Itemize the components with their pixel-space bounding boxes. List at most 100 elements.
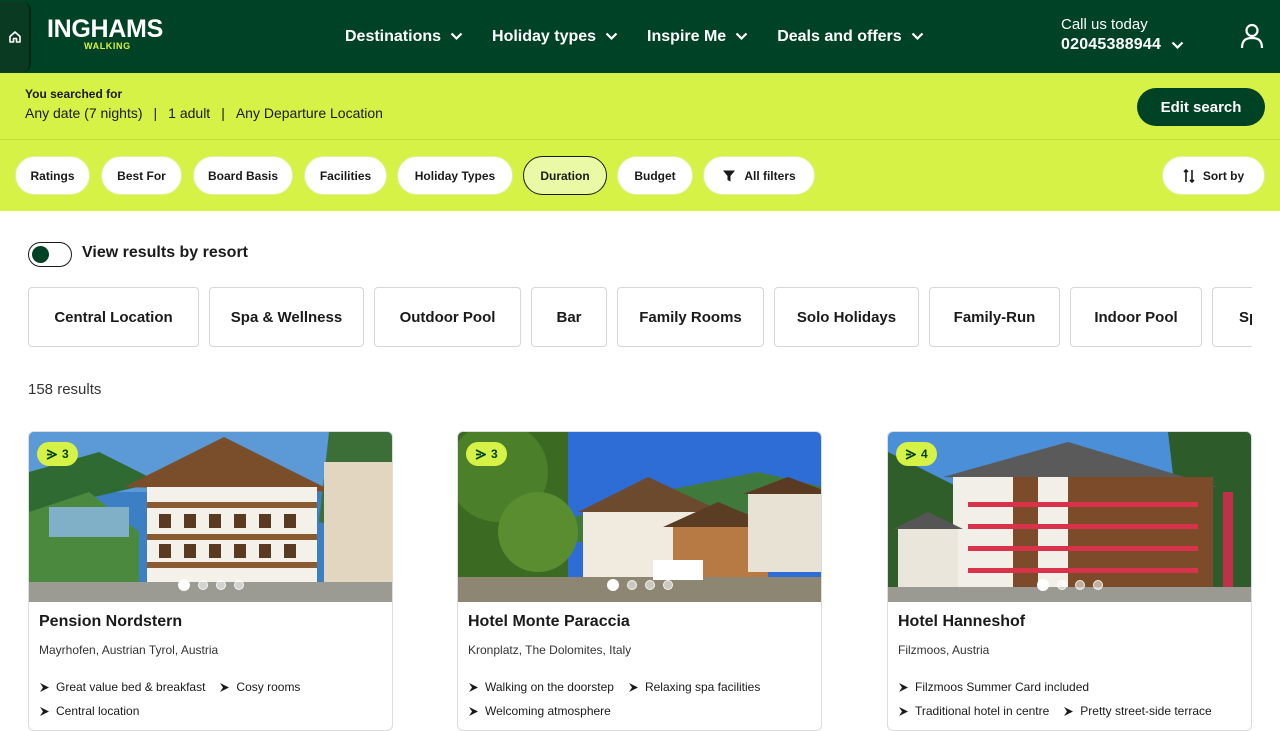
nav-deals-and-offers[interactable]: Deals and offers <box>777 28 923 46</box>
feature-item: Pretty street-side terrace <box>1063 699 1212 723</box>
nav-label: Holiday types <box>492 27 597 45</box>
call-us-label: Call us today <box>1061 16 1148 33</box>
arrow-icon <box>899 706 908 716</box>
hotel-photo-image <box>29 432 392 602</box>
carousel-dot[interactable] <box>233 580 244 590</box>
chip-solo-holidays[interactable]: Solo Holidays <box>774 287 919 347</box>
carousel-dot[interactable] <box>644 580 655 590</box>
chip-family-run[interactable]: Family-Run <box>929 287 1060 347</box>
hotel-title[interactable]: Pension Nordstern <box>39 613 182 631</box>
arrow-icon <box>40 706 49 716</box>
search-date: Any date (7 nights) <box>25 105 143 121</box>
hotel-photo-image <box>458 432 821 602</box>
nav-label: Inspire Me <box>647 27 727 45</box>
nav-inspire-me[interactable]: Inspire Me <box>647 28 748 46</box>
rating-badge: 4 <box>896 442 937 466</box>
hotel-photo[interactable]: 4 <box>888 432 1251 602</box>
hotel-title[interactable]: Hotel Monte Paraccia <box>468 613 630 631</box>
logo-subtitle: WALKING <box>84 41 131 51</box>
separator: | <box>153 105 158 121</box>
toggle-knob <box>32 246 49 263</box>
all-filters-label: All filters <box>744 168 796 183</box>
filter-duration[interactable]: Duration <box>523 156 607 195</box>
chip-central-location[interactable]: Central Location <box>28 287 199 347</box>
hotel-title[interactable]: Hotel Hanneshof <box>898 613 1025 631</box>
walking-rating-icon <box>905 448 916 460</box>
filter-holiday-types[interactable]: Holiday Types <box>397 156 513 195</box>
chip-truncated[interactable]: Sp <box>1212 287 1252 347</box>
inghams-walking-logo[interactable]: INGHAMS WALKING <box>47 17 163 52</box>
rating-badge: 3 <box>37 442 78 466</box>
carousel-dot[interactable] <box>606 579 619 591</box>
hotel-photo-image <box>888 432 1251 602</box>
feature-label: Walking on the doorstep <box>485 680 614 694</box>
all-filters-button[interactable]: All filters <box>703 156 815 195</box>
feature-item: Walking on the doorstep <box>468 675 614 699</box>
feature-label: Pretty street-side terrace <box>1080 704 1212 718</box>
hotel-location: Filzmoos, Austria <box>898 643 990 657</box>
facility-chips: Central Location Spa & Wellness Outdoor … <box>28 287 1252 347</box>
site-header: INGHAMS WALKING Destinations Holiday typ… <box>0 0 1280 73</box>
chip-family-rooms[interactable]: Family Rooms <box>617 287 764 347</box>
image-carousel-dots <box>458 579 821 591</box>
rating-value: 3 <box>62 447 69 461</box>
hotel-card[interactable]: 4 Hotel Hanneshof Filzmoos, Austria Filz… <box>887 431 1252 731</box>
filter-best-for[interactable]: Best For <box>101 156 182 195</box>
hotel-card[interactable]: 3 Pension Nordstern Mayrhofen, Austrian … <box>28 431 393 731</box>
feature-item: Traditional hotel in centre <box>898 699 1049 723</box>
filter-bar: Ratings Best For Board Basis Facilities … <box>0 140 1280 211</box>
feature-label: Great value bed & breakfast <box>56 680 206 694</box>
results-count: 158 results <box>28 381 102 398</box>
edit-search-button[interactable]: Edit search <box>1137 88 1265 126</box>
home-button[interactable] <box>0 2 31 72</box>
filter-facilities[interactable]: Facilities <box>304 156 387 195</box>
hotel-location: Mayrhofen, Austrian Tyrol, Austria <box>39 643 219 657</box>
feature-label: Central location <box>56 704 140 718</box>
chip-outdoor-pool[interactable]: Outdoor Pool <box>374 287 521 347</box>
arrow-icon <box>40 682 49 692</box>
rating-value: 4 <box>921 447 928 461</box>
rating-badge: 3 <box>466 442 507 466</box>
filter-ratings[interactable]: Ratings <box>15 156 90 195</box>
chip-indoor-pool[interactable]: Indoor Pool <box>1070 287 1202 347</box>
nav-holiday-types[interactable]: Holiday types <box>492 28 618 46</box>
carousel-dot[interactable] <box>1036 579 1049 591</box>
carousel-dot[interactable] <box>1056 580 1067 590</box>
image-carousel-dots <box>888 579 1251 591</box>
carousel-dot[interactable] <box>215 580 226 590</box>
account-button[interactable] <box>1240 23 1264 54</box>
walking-rating-icon <box>475 448 486 460</box>
user-icon <box>1240 23 1264 49</box>
arrow-icon <box>628 682 638 692</box>
nav-destinations[interactable]: Destinations <box>345 28 463 46</box>
carousel-dot[interactable] <box>177 579 190 591</box>
feature-item: Great value bed & breakfast <box>39 675 205 699</box>
carousel-dot[interactable] <box>197 580 208 590</box>
home-icon <box>8 31 21 43</box>
filter-board-basis[interactable]: Board Basis <box>193 156 293 195</box>
carousel-dot[interactable] <box>1074 580 1085 590</box>
phone-number: 02045388944 <box>1061 36 1162 53</box>
carousel-dot[interactable] <box>626 580 637 590</box>
hotel-photo[interactable]: 3 <box>29 432 392 602</box>
call-us[interactable]: Call us today 02045388944 <box>1061 16 1184 54</box>
sort-by-button[interactable]: Sort by <box>1162 156 1265 195</box>
chip-spa-wellness[interactable]: Spa & Wellness <box>209 287 364 347</box>
arrow-icon <box>899 682 908 692</box>
search-summary-values: Any date (7 nights) | 1 adult | Any Depa… <box>25 105 383 121</box>
hotel-photo[interactable]: 3 <box>458 432 821 602</box>
separator: | <box>221 105 225 121</box>
chevron-down-icon <box>735 32 748 41</box>
feature-item: Filzmoos Summer Card included <box>898 675 1229 699</box>
nav-label: Destinations <box>345 27 442 45</box>
view-by-resort-toggle[interactable] <box>28 242 72 267</box>
phone-number-dropdown[interactable]: 02045388944 <box>1061 36 1184 54</box>
chip-bar[interactable]: Bar <box>531 287 607 347</box>
chevron-down-icon <box>1171 41 1184 49</box>
feature-item: Central location <box>39 699 139 723</box>
hotel-features: Great value bed & breakfast Cosy rooms C… <box>39 675 384 723</box>
carousel-dot[interactable] <box>1092 580 1103 590</box>
filter-budget[interactable]: Budget <box>617 156 693 195</box>
hotel-card[interactable]: 3 Hotel Monte Paraccia Kronplatz, The Do… <box>457 431 822 731</box>
carousel-dot[interactable] <box>662 580 673 590</box>
